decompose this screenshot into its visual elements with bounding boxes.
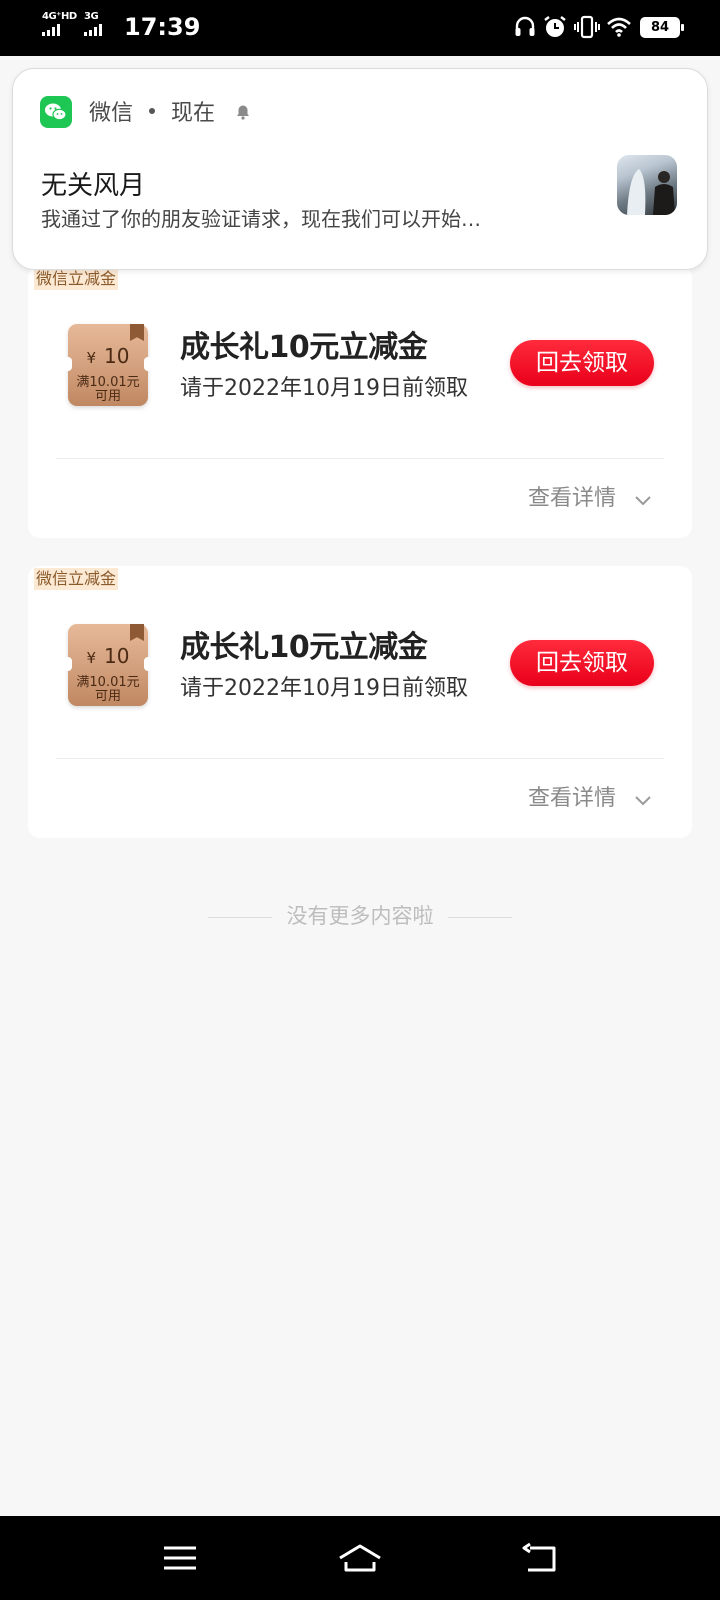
chevron-down-icon: [635, 796, 651, 806]
coupon-card: 微信立减金 ¥10 满10.01元 可用 成长礼10元立减金 请于2022年10月…: [28, 266, 692, 538]
card-deadline: 请于2022年10月19日前领取: [180, 376, 468, 401]
clock: 17:39: [124, 13, 201, 41]
wifi-icon: [607, 17, 631, 37]
bell-icon: [237, 105, 250, 120]
claim-button[interactable]: 回去领取: [510, 640, 654, 686]
network-type-label-2: 3G: [84, 11, 99, 22]
coupon-icon: ¥10 满10.01元 可用: [64, 324, 152, 406]
notification-time: 现在: [171, 101, 216, 126]
divider: [56, 458, 664, 459]
notification-title: 无关风月: [41, 171, 146, 201]
view-details-label: 查看详情: [528, 486, 617, 511]
headphones-icon: [515, 16, 535, 36]
battery-level: 84: [650, 20, 670, 35]
notification-banner[interactable]: 微信 现在 无关风月 我通过了你的朋友验证请求，现在我们可以开始…: [12, 68, 708, 270]
network-type-label: 4G⁺HD: [42, 11, 77, 22]
card-deadline: 请于2022年10月19日前领取: [180, 676, 468, 701]
card-tag: 微信立减金: [34, 568, 119, 590]
card-title: 成长礼10元立减金: [180, 630, 428, 665]
status-bar: 4G⁺HD 3G 17:39 84: [0, 0, 720, 56]
menu-icon[interactable]: [156, 1538, 204, 1578]
coupon-card: 微信立减金 ¥10 满10.01元 可用 成长礼10元立减金 请于2022年10月…: [28, 566, 692, 838]
card-tag: 微信立减金: [34, 268, 119, 290]
coupon-condition: 满10.01元 可用: [76, 375, 140, 404]
coupon-icon: ¥10 满10.01元 可用: [64, 624, 152, 706]
claim-button[interactable]: 回去领取: [510, 340, 654, 386]
view-details-label: 查看详情: [528, 786, 617, 811]
divider: [448, 916, 513, 918]
alarm-icon: [544, 16, 566, 37]
signal-3g-icon: 3G: [84, 12, 102, 36]
home-icon[interactable]: [336, 1538, 384, 1578]
end-of-list-note: 没有更多内容啦: [0, 902, 720, 930]
coupon-condition: 满10.01元 可用: [76, 675, 140, 704]
wechat-icon: [40, 96, 72, 128]
avatar: [617, 155, 677, 215]
view-details-link[interactable]: 查看详情: [528, 780, 652, 812]
notification-header: 微信 现在: [89, 95, 253, 127]
back-icon[interactable]: [516, 1538, 564, 1578]
card-title: 成长礼10元立减金: [180, 330, 428, 365]
navigation-bar: [0, 1516, 720, 1600]
coupon-amount: ¥10: [86, 344, 130, 368]
separator-dot: [149, 108, 156, 114]
end-of-list-label: 没有更多内容啦: [286, 904, 434, 928]
bookmark-icon: [130, 624, 144, 641]
chevron-down-icon: [635, 496, 651, 506]
view-details-link[interactable]: 查看详情: [528, 480, 652, 512]
battery-icon: 84: [640, 17, 684, 38]
coupon-amount: ¥10: [86, 644, 130, 668]
notification-app-name: 微信: [89, 101, 134, 126]
bookmark-icon: [130, 324, 144, 341]
notification-text: 我通过了你的朋友验证请求，现在我们可以开始…: [41, 207, 481, 231]
divider: [56, 758, 664, 759]
divider: [207, 916, 272, 918]
signal-4g-icon: 4G⁺HD: [42, 12, 77, 36]
vibrate-icon: [574, 15, 600, 39]
